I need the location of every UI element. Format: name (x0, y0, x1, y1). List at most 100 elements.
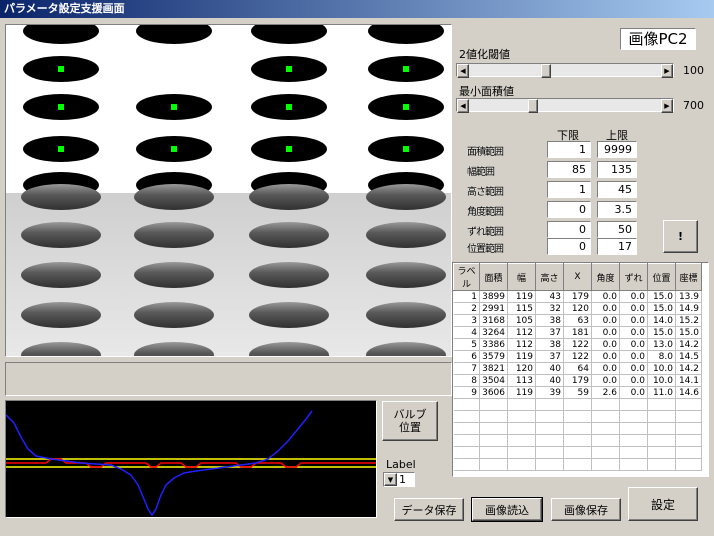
table-cell: 5 (453, 338, 480, 351)
table-cell: 9 (453, 386, 480, 399)
table-cell: 14.6 (675, 386, 702, 399)
binarize-threshold-slider[interactable]: ◀ ▶ (456, 63, 674, 78)
window-title: パラメータ設定支援画面 (0, 0, 714, 18)
table-row[interactable]: 7 3821 120 40 64 0.0 0.0 10.0 14.2 (453, 362, 702, 375)
table-cell (563, 434, 592, 447)
table-row[interactable]: 1 3899 119 43 179 0.0 0.0 15.0 13.9 (453, 290, 702, 303)
centroid-marker (171, 104, 177, 110)
height-upper-input[interactable]: 45 (597, 181, 637, 198)
chevron-down-icon[interactable]: ▼ (384, 473, 397, 486)
centroid-marker (286, 66, 292, 72)
slider-thumb[interactable] (527, 99, 538, 113)
table-cell: 15.2 (675, 314, 702, 327)
angle-range-label: 角度範囲 (467, 207, 504, 218)
table-cell (591, 446, 620, 459)
profile-waveform-view (5, 400, 377, 518)
angle-lower-input[interactable]: 0 (547, 201, 591, 218)
slider-right-arrow-icon[interactable]: ▶ (661, 64, 673, 78)
offset-upper-input[interactable]: 50 (597, 221, 637, 238)
table-cell: 40 (535, 362, 564, 375)
table-cell: 7 (453, 362, 480, 375)
table-cell: 0.0 (591, 314, 620, 327)
table-cell (479, 434, 508, 447)
table-cell (647, 446, 676, 459)
table-cell: 3606 (479, 386, 508, 399)
position-range-label: 位置範囲 (467, 244, 504, 255)
table-cell (453, 446, 480, 459)
column-header[interactable]: 幅 (507, 263, 536, 291)
centroid-marker (403, 66, 409, 72)
column-header[interactable]: ラベル (453, 263, 480, 291)
table-cell: 2 (453, 302, 480, 315)
column-header[interactable]: ずれ (619, 263, 648, 291)
results-grid[interactable]: ラベル 面積幅高さ X 角度 ずれ 位置 座標 1 3899 119 43 179 0.0 0.0 15.… (452, 262, 709, 477)
table-row[interactable]: 8 3504 113 40 179 0.0 0.0 10.0 14.1 (453, 374, 702, 387)
column-header[interactable]: 座標 (675, 263, 702, 291)
table-cell: 13.0 (647, 338, 676, 351)
table-cell: 32 (535, 302, 564, 315)
height-lower-input[interactable]: 1 (547, 181, 591, 198)
min-area-label: 最小面積値 (459, 85, 514, 98)
table-cell: 0.0 (619, 302, 648, 315)
table-cell: 120 (507, 362, 536, 375)
table-cell: 122 (563, 338, 592, 351)
table-cell: 11.0 (647, 386, 676, 399)
width-lower-input[interactable]: 85 (547, 161, 591, 178)
table-cell (535, 434, 564, 447)
apply-limits-button[interactable]: ! (663, 220, 698, 253)
table-cell: 0.0 (619, 338, 648, 351)
offset-lower-input[interactable]: 0 (547, 221, 591, 238)
column-header[interactable]: 角度 (591, 263, 620, 291)
table-cell: 1 (453, 290, 480, 303)
table-cell (619, 434, 648, 447)
table-cell: 3821 (479, 362, 508, 375)
valve-button-line2: 位置 (399, 421, 421, 434)
table-cell: 14.5 (675, 350, 702, 363)
table-row[interactable]: 3 3168 105 38 63 0.0 0.0 14.0 15.2 (453, 314, 702, 327)
table-cell: 3899 (479, 290, 508, 303)
column-header[interactable]: 面積 (479, 263, 508, 291)
column-header[interactable]: 位置 (647, 263, 676, 291)
min-area-slider[interactable]: ◀ ▶ (456, 98, 674, 113)
save-image-button[interactable]: 画像保存 (551, 498, 621, 521)
angle-upper-input[interactable]: 3.5 (597, 201, 637, 218)
empty-row (453, 458, 702, 471)
column-header[interactable]: X (563, 263, 592, 291)
empty-row (453, 410, 702, 423)
label-select[interactable]: ▼ 1 (383, 472, 415, 487)
centroid-marker (58, 66, 64, 72)
save-data-button[interactable]: データ保存 (394, 498, 464, 521)
table-cell: 38 (535, 314, 564, 327)
table-cell: 119 (507, 386, 536, 399)
table-cell: 14.9 (675, 302, 702, 315)
column-header[interactable]: 高さ (535, 263, 564, 291)
area-upper-input[interactable]: 9999 (597, 141, 637, 158)
position-lower-input[interactable]: 0 (547, 238, 591, 255)
load-image-button[interactable]: 画像読込 (471, 497, 543, 522)
slider-left-arrow-icon[interactable]: ◀ (457, 99, 469, 113)
pill-image (21, 262, 101, 288)
pill-image (366, 262, 446, 288)
table-cell: 0.0 (619, 374, 648, 387)
slider-thumb[interactable] (540, 64, 551, 78)
empty-row (453, 446, 702, 459)
table-row[interactable]: 9 3606 119 39 59 2.6 0.0 11.0 14.6 (453, 386, 702, 399)
table-cell: 59 (563, 386, 592, 399)
pill-image (134, 222, 214, 248)
width-upper-input[interactable]: 135 (597, 161, 637, 178)
slider-left-arrow-icon[interactable]: ◀ (457, 64, 469, 78)
pill-image (21, 302, 101, 328)
table-row[interactable]: 6 3579 119 37 122 0.0 0.0 8.0 14.5 (453, 350, 702, 363)
position-upper-input[interactable]: 17 (597, 238, 637, 255)
camera-image-view[interactable] (5, 24, 452, 357)
table-row[interactable]: 5 3386 112 38 122 0.0 0.0 13.0 14.2 (453, 338, 702, 351)
pill-image (21, 222, 101, 248)
table-cell: 105 (507, 314, 536, 327)
settings-button[interactable]: 設定 (628, 487, 698, 521)
slider-right-arrow-icon[interactable]: ▶ (661, 99, 673, 113)
table-row[interactable]: 4 3264 112 37 181 0.0 0.0 15.0 15.0 (453, 326, 702, 339)
valve-position-button[interactable]: バルブ 位置 (382, 401, 438, 441)
area-lower-input[interactable]: 1 (547, 141, 591, 158)
pill-image (249, 302, 329, 328)
table-row[interactable]: 2 2991 115 32 120 0.0 0.0 15.0 14.9 (453, 302, 702, 315)
